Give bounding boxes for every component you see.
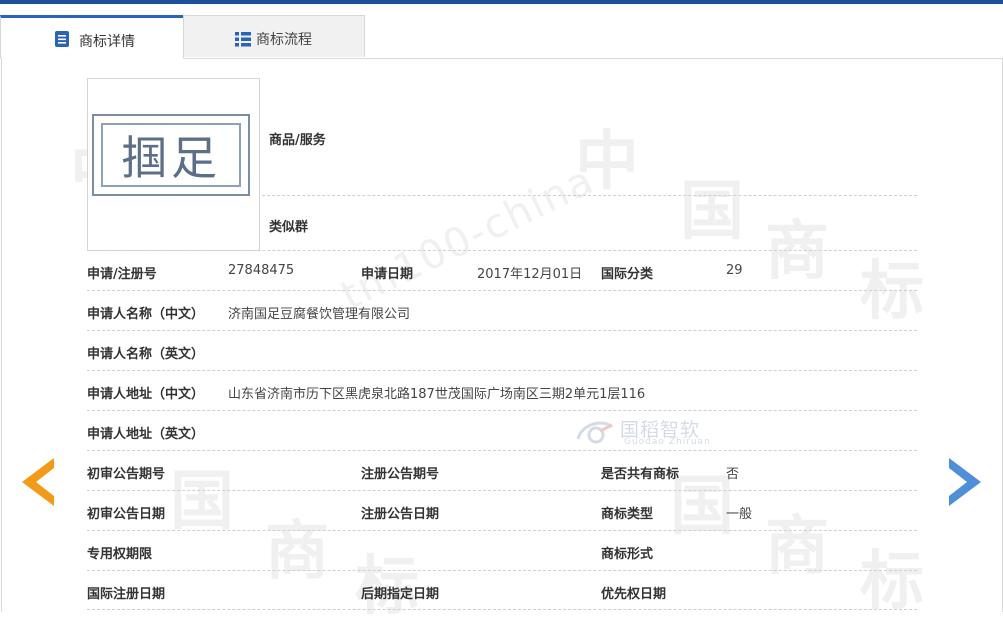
priority-date-label: 优先权日期 [601,587,667,602]
tab-trademark-details[interactable]: 商标详情 [0,15,184,59]
reg-no-label: 申请/注册号 [87,267,157,282]
tab-label: 商标详情 [79,34,135,50]
later-designation-label: 后期指定日期 [361,587,440,602]
divider [87,490,917,491]
shared-value: 否 [726,467,740,482]
applicant-cn-label: 申请人名称（中文） [87,307,205,322]
exclusive-period-label: 专用权期限 [87,547,153,562]
applicant-cn-value: 济南国足豆腐餐饮管理有限公司 [228,307,411,322]
brand-subtitle: Guodao Zhiruan [624,437,711,447]
tm-type-value: 一般 [726,507,753,522]
tab-label: 商标流程 [256,32,312,48]
trademark-image[interactable]: 掴足 [87,78,260,251]
reg-no-value: 27848475 [228,263,295,278]
reg-pub-date-label: 注册公告日期 [361,507,440,522]
top-accent-bar [0,0,1003,4]
divider [87,410,917,411]
app-date-label: 申请日期 [361,267,414,282]
divider [262,195,917,196]
divider [87,290,917,291]
trademark-seal: 掴足 [92,114,250,196]
brand-logo-icon [576,421,614,444]
divider [87,450,917,451]
next-arrow-icon[interactable] [949,458,981,506]
divider [87,570,917,571]
tm-form-label: 商标形式 [601,547,654,562]
intl-reg-date-label: 国际注册日期 [87,587,166,602]
similar-group-label: 类似群 [269,220,309,235]
address-cn-label: 申请人地址（中文） [87,387,205,402]
trademark-logo-text: 掴足 [121,131,221,185]
intl-class-value: 29 [726,263,743,278]
goods-services-label: 商品/服务 [269,133,326,148]
document-list-icon [55,31,69,47]
tm-type-label: 商标类型 [601,507,654,522]
divider [87,530,917,531]
list-icon [235,32,251,47]
tab-trademark-process[interactable]: 商标流程 [183,15,365,57]
shared-label: 是否共有商标 [601,467,680,482]
previous-arrow-icon[interactable] [22,458,54,506]
divider [87,609,917,610]
prelim-pub-date-label: 初审公告日期 [87,507,166,522]
brand-watermark: 国稻智软 Guodao Zhiruan [572,415,722,447]
divider [87,250,917,251]
app-date-value: 2017年12月01日 [477,267,583,282]
divider [87,330,917,331]
intl-class-label: 国际分类 [601,267,654,282]
address-cn-value: 山东省济南市历下区黑虎泉北路187世茂国际广场南区三期2单元1层116 [228,387,646,402]
tab-bar: 商标详情 商标流程 [0,15,1003,59]
prelim-pub-no-label: 初审公告期号 [87,467,166,482]
address-en-label: 申请人地址（英文） [87,427,205,442]
applicant-en-label: 申请人名称（英文） [87,347,205,362]
divider [87,370,917,371]
reg-pub-no-label: 注册公告期号 [361,467,440,482]
